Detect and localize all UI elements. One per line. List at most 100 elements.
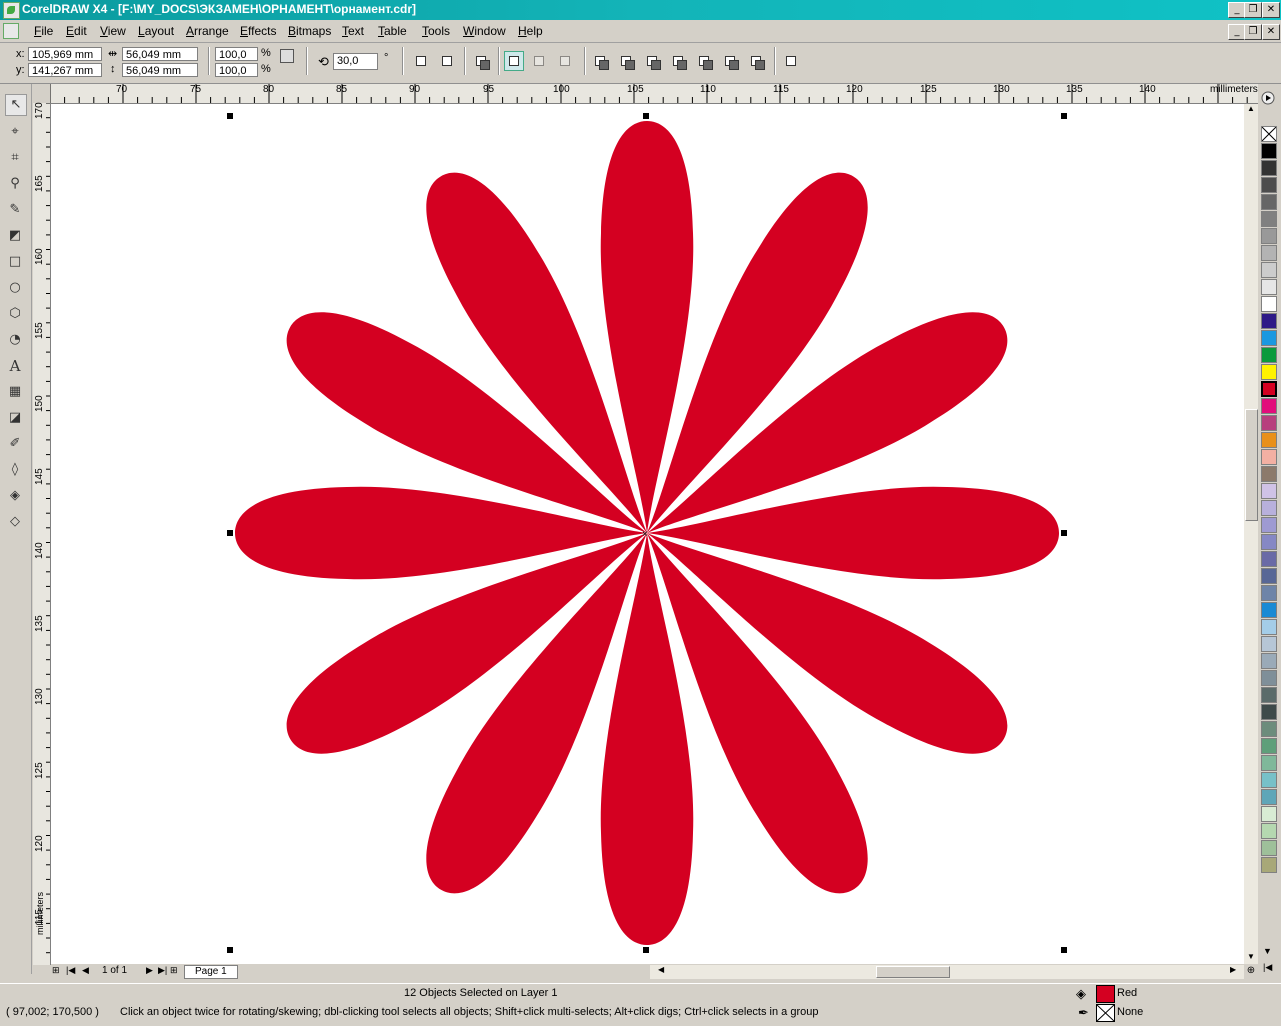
mirror-vertical-button[interactable] bbox=[438, 52, 458, 72]
smart-fill-tool-icon[interactable]: ◩ bbox=[5, 226, 25, 246]
color-swatch[interactable] bbox=[1261, 398, 1277, 414]
menu-layout[interactable]: Layout bbox=[138, 24, 174, 38]
color-swatch[interactable] bbox=[1261, 517, 1277, 533]
color-swatch[interactable] bbox=[1261, 653, 1277, 669]
palette-expand-icon[interactable]: |◀ bbox=[1263, 962, 1272, 973]
add-page-after-icon[interactable]: ⊞ bbox=[170, 965, 178, 976]
eyedropper-tool-icon[interactable]: ✐ bbox=[5, 434, 25, 454]
menu-table[interactable]: Table bbox=[378, 24, 407, 38]
selection-handle[interactable] bbox=[643, 947, 649, 953]
menu-arrange[interactable]: Arrange bbox=[186, 24, 229, 38]
trim-button[interactable] bbox=[617, 52, 637, 72]
color-swatch[interactable] bbox=[1261, 432, 1277, 448]
next-page-icon[interactable]: ▶ bbox=[146, 965, 153, 976]
color-swatch[interactable] bbox=[1261, 721, 1277, 737]
previous-page-icon[interactable]: ◀ bbox=[82, 965, 89, 976]
palette-scroll-down-icon[interactable]: ▼ bbox=[1263, 946, 1272, 956]
selection-handle[interactable] bbox=[227, 113, 233, 119]
y-position-field[interactable]: 141,267 mm bbox=[28, 63, 102, 77]
color-swatch[interactable] bbox=[1261, 347, 1277, 363]
freehand-tool-icon[interactable]: ✎ bbox=[5, 200, 25, 220]
navigator-zoom-icon[interactable]: ⊕ bbox=[1244, 965, 1258, 979]
horizontal-scroll-thumb[interactable] bbox=[876, 966, 950, 978]
outline-tool-icon[interactable]: ◊ bbox=[5, 460, 25, 480]
menu-tools[interactable]: Tools bbox=[422, 24, 450, 38]
drawing-canvas[interactable]: × bbox=[51, 104, 1244, 964]
ungroup-all-button[interactable] bbox=[556, 52, 576, 72]
shape-tool-icon[interactable]: ⌖ bbox=[5, 122, 25, 142]
interactive-fill-tool-icon[interactable]: ◇ bbox=[5, 512, 25, 532]
polygon-tool-icon[interactable]: ⬡ bbox=[5, 304, 25, 324]
vertical-scroll-thumb[interactable] bbox=[1245, 409, 1258, 521]
rectangle-tool-icon[interactable]: □ bbox=[5, 252, 25, 272]
doc-restore-icon[interactable]: ❐ bbox=[1244, 24, 1262, 40]
color-swatch[interactable] bbox=[1261, 687, 1277, 703]
first-page-icon[interactable]: |◀ bbox=[66, 965, 75, 976]
menu-window[interactable]: Window bbox=[463, 24, 506, 38]
fill-tool-icon[interactable]: ◈ bbox=[5, 486, 25, 506]
color-swatch[interactable] bbox=[1261, 789, 1277, 805]
ellipse-tool-icon[interactable]: ○ bbox=[5, 278, 25, 298]
color-swatch[interactable] bbox=[1261, 602, 1277, 618]
simplify-button[interactable] bbox=[669, 52, 689, 72]
color-swatch[interactable] bbox=[1261, 755, 1277, 771]
color-swatch[interactable] bbox=[1261, 568, 1277, 584]
restore-icon[interactable]: ❐ bbox=[1244, 2, 1262, 18]
combine-button[interactable] bbox=[472, 52, 492, 72]
front-minus-back-button[interactable] bbox=[695, 52, 715, 72]
coreldraw-app-icon[interactable] bbox=[3, 2, 20, 19]
color-swatch[interactable] bbox=[1261, 364, 1277, 380]
x-position-field[interactable]: 105,969 mm bbox=[28, 47, 102, 61]
menu-edit[interactable]: Edit bbox=[66, 24, 87, 38]
color-swatch[interactable] bbox=[1261, 670, 1277, 686]
scale-y-field[interactable]: 100,0 bbox=[215, 63, 258, 77]
interactive-blend-tool-icon[interactable]: ◪ bbox=[5, 408, 25, 428]
color-swatch[interactable] bbox=[1261, 483, 1277, 499]
color-swatch[interactable] bbox=[1261, 313, 1277, 329]
selection-handle[interactable] bbox=[227, 947, 233, 953]
color-swatch[interactable] bbox=[1261, 415, 1277, 431]
scroll-left-arrow-icon[interactable]: ◀ bbox=[658, 965, 664, 974]
selection-handle[interactable] bbox=[1061, 113, 1067, 119]
color-swatch[interactable] bbox=[1261, 279, 1277, 295]
color-swatch[interactable] bbox=[1261, 211, 1277, 227]
fill-color-indicator[interactable] bbox=[1096, 985, 1115, 1003]
page-tab[interactable]: Page 1 bbox=[184, 965, 238, 979]
doc-close-icon[interactable]: ✕ bbox=[1262, 24, 1280, 40]
selection-handle[interactable] bbox=[643, 113, 649, 119]
color-swatch[interactable] bbox=[1261, 449, 1277, 465]
color-swatch[interactable] bbox=[1261, 466, 1277, 482]
add-page-before-icon[interactable]: ⊞ bbox=[52, 965, 60, 976]
color-swatch[interactable] bbox=[1261, 636, 1277, 652]
color-swatch[interactable] bbox=[1261, 194, 1277, 210]
align-distribute-button[interactable] bbox=[782, 52, 802, 72]
color-swatch[interactable] bbox=[1261, 823, 1277, 839]
rotation-field[interactable]: 30,0 bbox=[333, 53, 378, 70]
rotation-center-marker[interactable]: × bbox=[642, 529, 648, 540]
text-tool-icon[interactable]: A bbox=[5, 356, 25, 376]
weld-button[interactable] bbox=[591, 52, 611, 72]
color-swatch[interactable] bbox=[1261, 143, 1277, 159]
color-swatch[interactable] bbox=[1261, 806, 1277, 822]
selection-handle[interactable] bbox=[1061, 947, 1067, 953]
table-tool-icon[interactable]: ▦ bbox=[5, 382, 25, 402]
color-swatch[interactable] bbox=[1261, 245, 1277, 261]
pick-tool-icon[interactable]: ↖ bbox=[5, 94, 27, 116]
color-swatch[interactable] bbox=[1261, 840, 1277, 856]
menu-view[interactable]: View bbox=[100, 24, 126, 38]
scroll-down-arrow-icon[interactable]: ▼ bbox=[1244, 952, 1258, 964]
scroll-up-arrow-icon[interactable]: ▲ bbox=[1244, 104, 1258, 116]
color-swatch[interactable] bbox=[1261, 857, 1277, 873]
color-swatch[interactable] bbox=[1261, 177, 1277, 193]
height-field[interactable]: 56,049 mm bbox=[122, 63, 198, 77]
ungroup-button[interactable] bbox=[530, 52, 550, 72]
outline-color-indicator[interactable] bbox=[1096, 1004, 1115, 1022]
intersect-button[interactable] bbox=[643, 52, 663, 72]
horizontal-scrollbar[interactable]: ◀ ▶ bbox=[650, 965, 1244, 979]
vertical-scrollbar[interactable]: ▲ ▼ bbox=[1244, 104, 1258, 964]
color-swatch[interactable] bbox=[1261, 500, 1277, 516]
color-swatch[interactable] bbox=[1261, 619, 1277, 635]
no-color-swatch[interactable] bbox=[1261, 126, 1277, 142]
group-button[interactable] bbox=[504, 51, 524, 71]
close-icon[interactable]: ✕ bbox=[1262, 2, 1280, 18]
